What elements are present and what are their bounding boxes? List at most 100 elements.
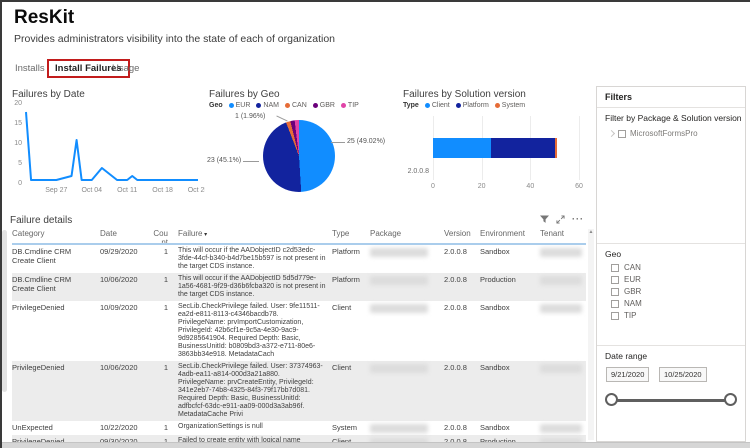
- bar-segment-system: [555, 138, 557, 158]
- filters-pane: Filters Filter by Package & Solution ver…: [596, 86, 746, 442]
- geo-option-label: TIP: [624, 311, 636, 320]
- filter-icon[interactable]: [540, 215, 549, 224]
- cell-type: Platform: [332, 275, 370, 299]
- x-tick-label: Oct 11: [112, 187, 142, 194]
- y-tick-label: 20: [10, 100, 22, 107]
- page-subtitle: Provides administrators visibility into …: [14, 33, 335, 45]
- redacted-tenant: [540, 304, 582, 313]
- bar-x-tick-label: 20: [472, 183, 492, 190]
- date-range-start-input[interactable]: 9/21/2020: [606, 367, 649, 382]
- slider-handle-end[interactable]: [724, 393, 737, 406]
- focus-mode-icon[interactable]: [556, 215, 565, 224]
- redacted-tenant: [540, 424, 582, 433]
- legend-dot: [256, 103, 261, 108]
- table-body: DB.Cmdline CRM Create Client09/29/20201T…: [12, 245, 586, 442]
- tab-installs[interactable]: Installs: [15, 63, 45, 74]
- geo-option-nam[interactable]: NAM: [611, 299, 642, 308]
- geo-option-eur[interactable]: EUR: [611, 275, 641, 284]
- tab-usage[interactable]: Usage: [112, 63, 139, 74]
- gridline: [579, 116, 580, 180]
- redacted-tenant: [540, 248, 582, 257]
- legend-item-can: CAN: [285, 102, 307, 109]
- pie-chart-area: 1 (1.96%) 25 (49.02%) 23 (45.1%): [205, 112, 393, 210]
- pie-chart[interactable]: [263, 120, 335, 192]
- stacked-bar[interactable]: [433, 138, 557, 158]
- failures-by-solution-version-card: Failures by Solution version TypeClientP…: [399, 86, 591, 210]
- cell-tenant: [540, 275, 586, 299]
- table-row[interactable]: PrivilegeDenied10/09/20201SecLib.CheckPr…: [12, 301, 586, 361]
- bar-chart: [433, 116, 579, 180]
- bar-x-tick-label: 60: [569, 183, 589, 190]
- cell-package: [370, 423, 444, 433]
- window-bottom-edge: [2, 442, 750, 448]
- bar-segment-client: [433, 138, 491, 158]
- legend-item-gbr: GBR: [313, 102, 335, 109]
- geo-option-label: NAM: [624, 299, 642, 308]
- bar-x-tick-label: 0: [423, 183, 443, 190]
- legend-item-system: System: [495, 102, 525, 109]
- legend-dot: [285, 103, 290, 108]
- date-range-end-input[interactable]: 10/25/2020: [659, 367, 707, 382]
- pie-callout-can: 1 (1.96%): [235, 113, 265, 120]
- table-row[interactable]: DB.Cmdline CRM Create Client10/06/20201T…: [12, 273, 586, 301]
- legend-item-tip: TIP: [341, 102, 359, 109]
- cell-type: Client: [332, 303, 370, 359]
- divider: [597, 243, 745, 244]
- redacted-tenant: [540, 364, 582, 373]
- date-range-slider[interactable]: [613, 399, 729, 402]
- legend-item-nam: NAM: [256, 102, 279, 109]
- checkbox[interactable]: [611, 312, 619, 320]
- geo-option-gbr[interactable]: GBR: [611, 287, 641, 296]
- cell-package: [370, 363, 444, 419]
- legend-dot: [456, 103, 461, 108]
- checkbox[interactable]: [611, 276, 619, 284]
- redacted-tenant: [540, 276, 582, 285]
- cell-category: DB.Cmdline CRM Create Client: [12, 275, 100, 299]
- package-filter-item[interactable]: MicrosoftFormsPro: [609, 129, 698, 138]
- table-title: Failure details: [10, 215, 72, 226]
- cell-category: UnExpected: [12, 423, 100, 433]
- checkbox[interactable]: [611, 264, 619, 272]
- date-range-title: Date range: [605, 351, 647, 361]
- legend-dot: [425, 103, 430, 108]
- slider-handle-start[interactable]: [605, 393, 618, 406]
- table-row[interactable]: UnExpected10/22/20201OrganizationSetting…: [12, 421, 586, 435]
- cell-type: Platform: [332, 247, 370, 271]
- cell-count: 1: [150, 247, 178, 271]
- x-tick-label: Oct 04: [77, 187, 107, 194]
- geo-option-tip[interactable]: TIP: [611, 311, 636, 320]
- cell-environment: Production: [480, 275, 540, 299]
- divider: [597, 345, 745, 346]
- failures-by-geo-card: Failures by Geo GeoEURNAMCANGBRTIP 1 (1.…: [205, 86, 393, 210]
- failures-by-date-card: Failures by Date 05101520 Sep 27Oct 04Oc…: [8, 86, 202, 210]
- cell-version: 2.0.0.8: [444, 275, 480, 299]
- legend-dot: [495, 103, 500, 108]
- cell-failure: SecLib.CheckPrivilege failed. User: 9fe1…: [178, 303, 332, 359]
- geo-option-can[interactable]: CAN: [611, 263, 641, 272]
- x-tick-label: Sep 27: [41, 187, 71, 194]
- cell-category: PrivilegeDenied: [12, 363, 100, 419]
- chevron-expand-icon[interactable]: [608, 130, 615, 137]
- table-row[interactable]: PrivilegeDenied09/30/20201Failed to crea…: [12, 435, 586, 442]
- cell-version: 2.0.0.8: [444, 423, 480, 433]
- cell-date: 10/09/2020: [100, 303, 150, 359]
- line-chart[interactable]: [26, 104, 198, 184]
- cell-category: DB.Cmdline CRM Create Client: [12, 247, 100, 271]
- geo-filter-title: Geo: [605, 249, 621, 259]
- table-scrollbar[interactable]: ▲: [588, 229, 594, 440]
- table-row[interactable]: DB.Cmdline CRM Create Client09/29/20201T…: [12, 245, 586, 273]
- cell-package: [370, 303, 444, 359]
- bar-segment-platform: [491, 138, 554, 158]
- package-checkbox[interactable]: [618, 130, 626, 138]
- geo-option-label: EUR: [624, 275, 641, 284]
- cell-failure: SecLib.CheckPrivilege failed. User: 3737…: [178, 363, 332, 419]
- page-scrollbar[interactable]: [2, 230, 7, 392]
- reskit-dashboard: { "header": { "title": "ResKit", "subtit…: [0, 0, 750, 448]
- redacted-package: [370, 304, 428, 313]
- table-row[interactable]: PrivilegeDenied10/06/20201SecLib.CheckPr…: [12, 361, 586, 421]
- cell-tenant: [540, 363, 586, 419]
- checkbox[interactable]: [611, 288, 619, 296]
- checkbox[interactable]: [611, 300, 619, 308]
- pie-callout-eur: 25 (49.02%): [347, 138, 385, 145]
- more-options-icon[interactable]: ···: [572, 214, 584, 224]
